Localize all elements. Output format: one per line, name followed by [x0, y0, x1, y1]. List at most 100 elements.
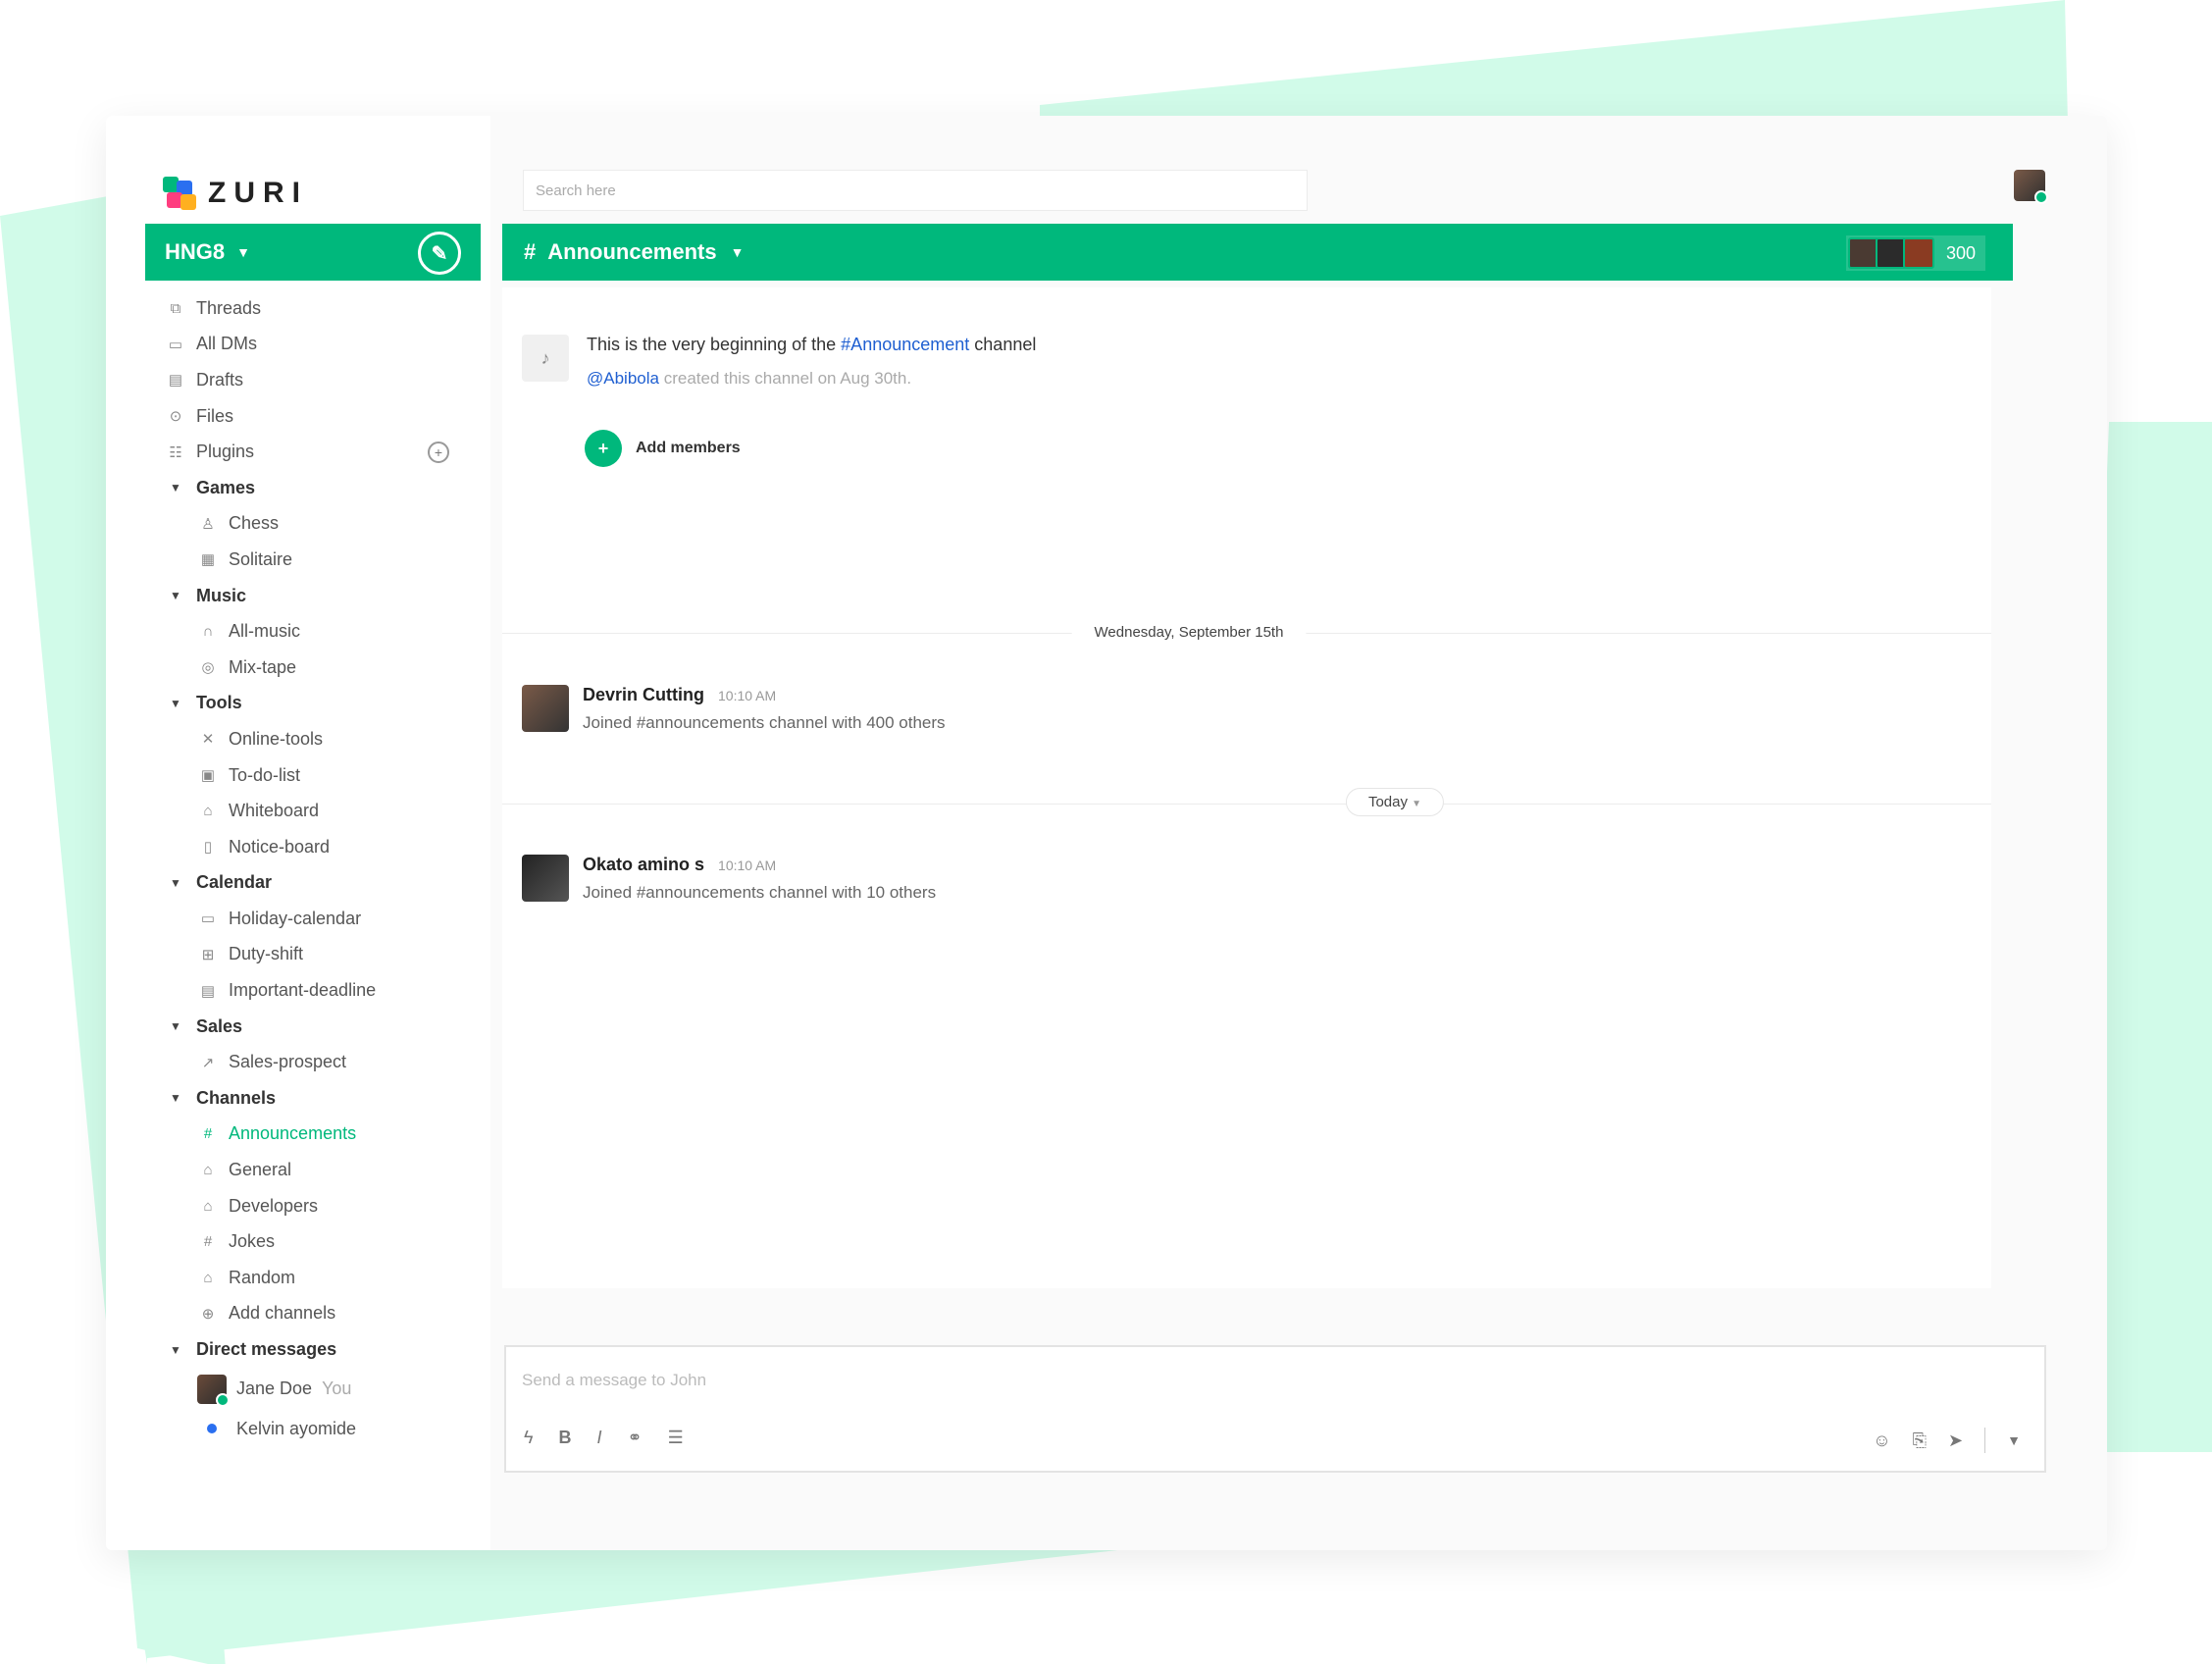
message-body: Joined #announcements channel with 400 o…: [583, 713, 946, 732]
sidebar-item-to-do-list[interactable]: ▣ To-do-list: [165, 757, 479, 794]
lock-icon: ⌂: [203, 1162, 213, 1179]
sidebar-item-all-music[interactable]: ∩ All-music: [165, 613, 479, 650]
section-games[interactable]: ▼ Games: [165, 470, 479, 506]
add-members-button[interactable]: + Add members: [585, 430, 741, 467]
chevron-down-icon: ▼: [236, 244, 250, 260]
status-dot-icon: [207, 1424, 217, 1434]
chevron-down-icon: ▼: [1412, 799, 1422, 809]
sidebar-item-general[interactable]: ⌂ General: [165, 1152, 479, 1188]
date-separator: Wednesday, September 15th: [1071, 618, 1307, 647]
link-icon[interactable]: ⚭: [628, 1428, 643, 1448]
section-music[interactable]: ▼ Music: [165, 578, 479, 614]
channel-intro: ♪ This is the very beginning of the #Ann…: [522, 335, 1036, 389]
caret-down-icon: ▼: [170, 1342, 181, 1357]
drafts-icon: ▤: [168, 372, 183, 390]
sidebar-item-threads[interactable]: ⧉ Threads: [165, 290, 479, 327]
sidebar-item-notice-board[interactable]: ▯ Notice-board: [165, 829, 479, 865]
lock-icon: ⌂: [203, 1269, 213, 1286]
italic-icon[interactable]: I: [597, 1428, 602, 1448]
message-author[interactable]: Devrin Cutting: [583, 685, 704, 705]
chevron-down-icon[interactable]: ▼: [2007, 1432, 2021, 1448]
section-tools[interactable]: ▼ Tools: [165, 686, 479, 722]
headphones-icon: ∩: [202, 623, 214, 641]
formatting-toolbar: ϟ B I ⚭ ☰: [524, 1428, 684, 1448]
files-icon: ⊙: [169, 408, 182, 426]
message-composer[interactable]: Send a message to John ϟ B I ⚭ ☰ ☺ ⎘ ➤ ▼: [504, 1345, 2046, 1473]
sidebar-item-mix-tape[interactable]: ◎ Mix-tape: [165, 650, 479, 686]
section-calendar[interactable]: ▼ Calendar: [165, 865, 479, 902]
bold-icon[interactable]: B: [559, 1428, 572, 1448]
attachment-icon[interactable]: ⎘: [1913, 1430, 1927, 1451]
caret-down-icon: ▼: [170, 696, 181, 710]
sidebar-item-files[interactable]: ⊙ Files: [165, 398, 479, 435]
sidebar-nav: ⧉ Threads ▭ All DMs ▤ Drafts ⊙ Files ☷ Plugin…: [165, 290, 479, 1446]
calendar-icon: ▭: [200, 910, 216, 928]
creator-link[interactable]: @Abibola: [587, 369, 659, 388]
megaphone-icon: ♪: [522, 335, 569, 382]
add-plugin-icon[interactable]: +: [428, 441, 449, 463]
send-icon[interactable]: ➤: [1948, 1430, 1963, 1451]
section-direct-messages[interactable]: ▼ Direct messages: [165, 1331, 479, 1368]
chevron-down-icon: ▼: [730, 244, 745, 260]
dm-kelvin[interactable]: Kelvin ayomide: [165, 1411, 479, 1447]
list-icon[interactable]: ☰: [668, 1428, 684, 1448]
sidebar-item-plugins[interactable]: ☷ Plugins +: [165, 434, 479, 470]
avatar[interactable]: [522, 685, 569, 732]
message-feed: ♪ This is the very beginning of the #Ann…: [502, 287, 1991, 1288]
chart-icon: ↗: [201, 1054, 215, 1071]
message-input[interactable]: Send a message to John: [522, 1371, 706, 1390]
caret-down-icon: ▼: [170, 1091, 181, 1106]
avatar[interactable]: [522, 855, 569, 902]
dm-icon: ▭: [168, 336, 183, 353]
composer-actions: ☺ ⎘ ➤ ▼: [1873, 1428, 2021, 1453]
sidebar-item-whiteboard[interactable]: ⌂ Whiteboard: [165, 793, 479, 829]
workspace-switcher[interactable]: HNG8 ▼ ✎: [145, 224, 481, 281]
sidebar-item-add-channels[interactable]: ⊕ Add channels: [165, 1296, 479, 1332]
hash-icon: #: [524, 239, 537, 264]
section-channels[interactable]: ▼ Channels: [165, 1080, 479, 1117]
sidebar-item-online-tools[interactable]: ✕ Online-tools: [165, 721, 479, 757]
sidebar-item-important-deadline[interactable]: ▤ Important-deadline: [165, 972, 479, 1009]
avatar: [197, 1374, 230, 1407]
add-circle-icon: ⊕: [201, 1305, 215, 1323]
sidebar-item-all-dms[interactable]: ▭ All DMs: [165, 327, 479, 363]
lightning-icon[interactable]: ϟ: [524, 1428, 534, 1448]
sidebar-item-announcements[interactable]: # Announcements: [165, 1117, 479, 1153]
sidebar-item-jokes[interactable]: # Jokes: [165, 1223, 479, 1260]
sidebar-item-drafts[interactable]: ▤ Drafts: [165, 362, 479, 398]
channel-members[interactable]: 300: [1845, 235, 1985, 271]
section-sales[interactable]: ▼ Sales: [165, 1009, 479, 1045]
chess-icon: ♙: [201, 515, 215, 533]
sidebar-item-duty-shift[interactable]: ⊞ Duty-shift: [165, 937, 479, 973]
channel-header[interactable]: # Announcements ▼ 300: [502, 224, 2013, 281]
caret-down-icon: ▼: [170, 481, 181, 495]
emoji-icon[interactable]: ☺: [1873, 1430, 1890, 1451]
sidebar-item-developers[interactable]: ⌂ Developers: [165, 1188, 479, 1224]
sidebar-item-solitaire[interactable]: ▦ Solitaire: [165, 542, 479, 578]
message: Okato amino s 10:10 AM Joined #announcem…: [522, 855, 936, 903]
caret-down-icon: ▼: [170, 875, 181, 890]
message-author[interactable]: Okato amino s: [583, 855, 704, 875]
sidebar-item-chess[interactable]: ♙ Chess: [165, 506, 479, 543]
decorative-shape: [128, 1540, 1207, 1664]
workspace-name: HNG8: [165, 239, 226, 264]
profile-avatar[interactable]: [2014, 170, 2048, 204]
channel-link[interactable]: #Announcement: [841, 335, 969, 354]
compose-icon[interactable]: ✎: [418, 232, 461, 275]
tools-icon: ✕: [201, 731, 215, 749]
sidebar: ZURI HNG8 ▼ ✎ ⧉ Threads ▭ All DMs ▤ Drafts …: [106, 116, 490, 1550]
message-body: Joined #announcements channel with 10 ot…: [583, 883, 937, 902]
date-separator-today[interactable]: Today ▼: [1345, 788, 1445, 816]
lock-icon: ⌂: [203, 1197, 213, 1215]
dm-jane-doe[interactable]: Jane Doe You: [165, 1368, 479, 1411]
threads-icon: ⧉: [170, 299, 181, 317]
screenshot-stage: ZURI HNG8 ▼ ✎ ⧉ Threads ▭ All DMs ▤ Drafts …: [0, 0, 2212, 1664]
plugins-icon: ☷: [169, 443, 182, 461]
deadline-icon: ▤: [200, 982, 216, 1000]
sidebar-item-sales-prospect[interactable]: ↗ Sales-prospect: [165, 1044, 479, 1080]
sidebar-item-holiday-calendar[interactable]: ▭ Holiday-calendar: [165, 901, 479, 937]
divider: [1984, 1428, 1986, 1453]
sidebar-item-random[interactable]: ⌂ Random: [165, 1260, 479, 1296]
search-input[interactable]: [523, 170, 1308, 211]
zuri-logo[interactable]: ZURI: [163, 177, 308, 210]
